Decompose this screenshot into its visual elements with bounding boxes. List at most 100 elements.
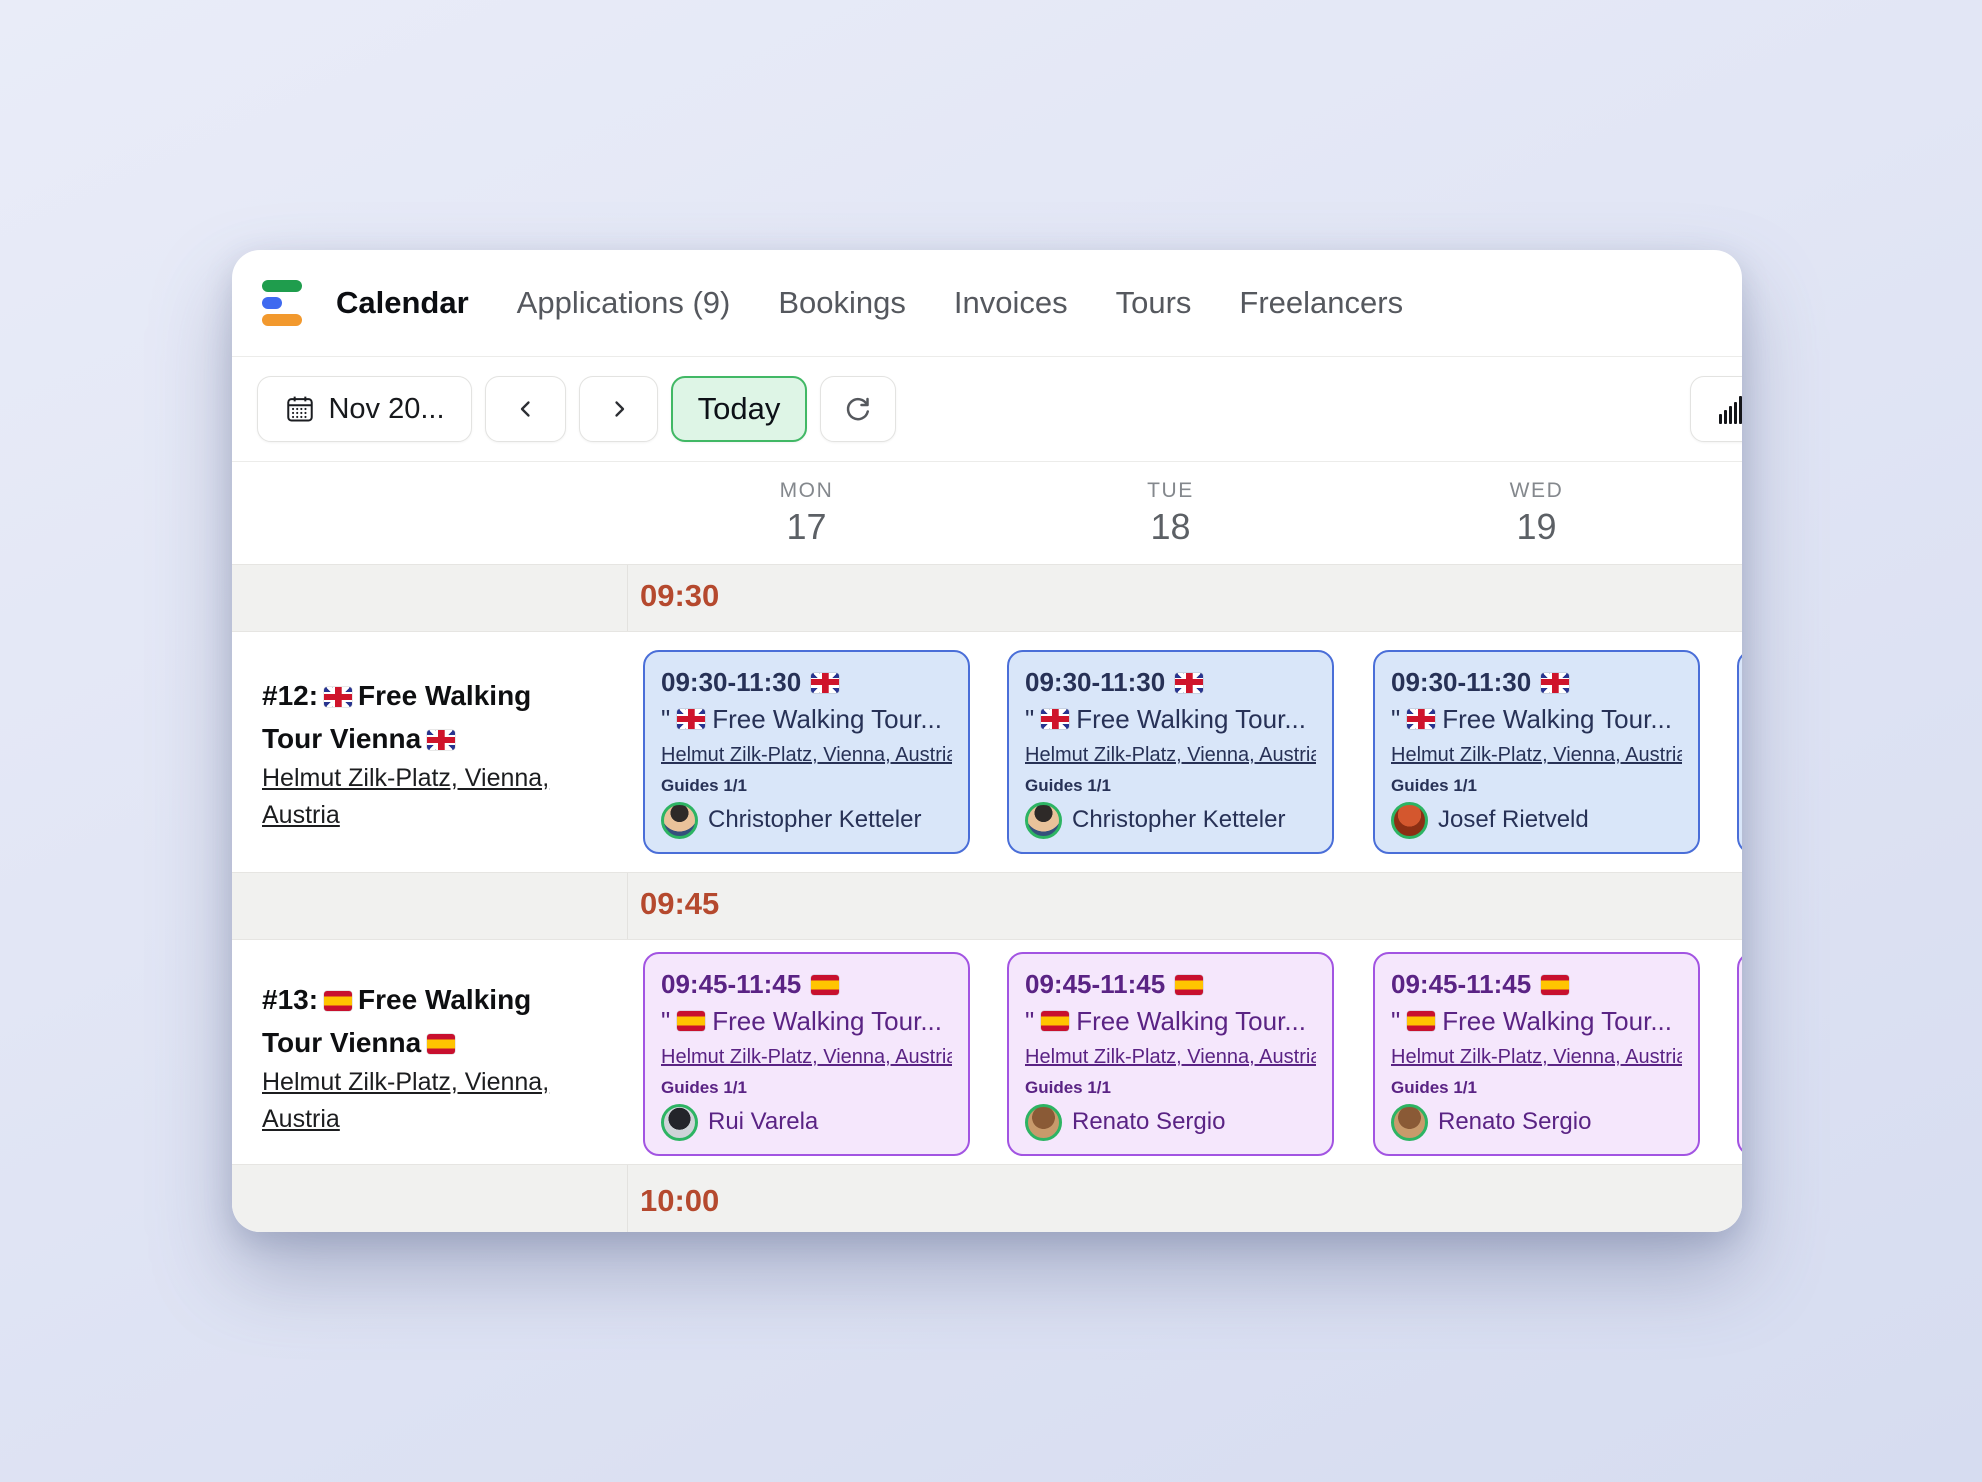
- event-time-text: 09:30-11:30: [1025, 665, 1165, 700]
- event-card[interactable]: 09:30-11:30 " Free Walking Tour... Helmut…: [1373, 650, 1700, 854]
- nav-items: Calendar Applications (9) Bookings Invoi…: [336, 285, 1403, 321]
- tour-location-link[interactable]: Helmut Zilk-Platz, Vienna, Austria: [262, 1068, 549, 1133]
- event-time-text: 09:45-11:45: [1391, 967, 1531, 1002]
- event-location-link[interactable]: Helmut Zilk-Platz, Vienna, Austria: [1025, 1040, 1316, 1075]
- event-title: " Free Walking Tour...: [661, 1002, 952, 1040]
- chevron-left-icon: [514, 397, 538, 421]
- nav-item-applications[interactable]: Applications (9): [517, 285, 731, 321]
- day-header-wed: WED 19: [1373, 477, 1700, 549]
- column-divider: [627, 873, 628, 939]
- event-title-text: Free Walking Tour...: [1076, 1002, 1306, 1040]
- uk-flag-icon: [1407, 709, 1435, 729]
- quote-mark: ": [661, 1002, 670, 1040]
- calendar-icon: [284, 393, 316, 425]
- event-location-link[interactable]: Helmut Zilk-Platz, Vienna, Austria: [1391, 1040, 1682, 1075]
- event-location-link[interactable]: Helmut Zilk-Platz, Vienna, Austria: [661, 738, 952, 773]
- guide-name: Christopher Ketteler: [708, 800, 921, 840]
- guide-row: Renato Sergio: [1025, 1102, 1316, 1142]
- tour-number: #13:: [262, 984, 318, 1015]
- event-time: 09:30-11:30: [1025, 665, 1316, 700]
- nav-item-tours[interactable]: Tours: [1116, 285, 1192, 321]
- column-divider: [627, 565, 628, 631]
- guide-avatar: [661, 802, 698, 839]
- tour-row-13: #13:Free Walking Tour Vienna Helmut Zilk…: [232, 940, 1742, 1164]
- guide-row: Josef Rietveld: [1391, 800, 1682, 840]
- refresh-button[interactable]: [820, 376, 896, 442]
- time-slot-label: 10:00: [640, 1183, 719, 1219]
- spain-flag-icon: [324, 991, 352, 1011]
- guide-row: Christopher Ketteler: [1025, 800, 1316, 840]
- uk-flag-icon: [1041, 709, 1069, 729]
- date-picker-button[interactable]: Nov 20...: [257, 376, 472, 442]
- event-time-text: 09:45-11:45: [661, 967, 801, 1002]
- time-slot-label: 09:45: [640, 886, 719, 922]
- bar-chart-icon: [1717, 392, 1742, 426]
- day-header-row: MON 17 TUE 18 WED 19: [232, 462, 1742, 564]
- previous-period-button[interactable]: [485, 376, 566, 442]
- event-time: 09:45-11:45: [1391, 967, 1682, 1002]
- nav-item-calendar[interactable]: Calendar: [336, 285, 469, 321]
- day-number: 19: [1373, 505, 1700, 549]
- tour-row-label: #13:Free Walking Tour Vienna Helmut Zilk…: [262, 978, 574, 1138]
- uk-flag-icon: [324, 687, 352, 707]
- spain-flag-icon: [677, 1011, 705, 1031]
- event-card[interactable]: 09:45-11:45 "Free Walking Tour... Helmut…: [1373, 952, 1700, 1156]
- weekday-label: MON: [643, 477, 970, 505]
- day-header-mon: MON 17: [643, 477, 970, 549]
- quote-mark: ": [1391, 700, 1400, 738]
- spain-flag-icon: [1407, 1011, 1435, 1031]
- logo-bar-blue: [262, 297, 282, 309]
- guide-avatar: [1391, 1104, 1428, 1141]
- event-title: "Free Walking Tour...: [661, 700, 952, 738]
- guide-name: Josef Rietveld: [1438, 800, 1589, 840]
- stats-button[interactable]: [1690, 376, 1742, 442]
- event-time-text: 09:30-11:30: [1391, 665, 1531, 700]
- event-time: 09:45-11:45: [661, 967, 952, 1002]
- nav-item-invoices[interactable]: Invoices: [954, 285, 1068, 321]
- event-card[interactable]: 09:30-11:30 "Free Walking Tour... Helmut…: [1007, 650, 1334, 854]
- event-location-link[interactable]: Helmut Zilk-Platz, Vienna, Austria: [1391, 738, 1682, 773]
- time-slot-label: 09:30: [640, 578, 719, 614]
- calendar-toolbar: Nov 20... Today: [232, 357, 1742, 462]
- event-title-text: Free Walking Tour...: [712, 1002, 942, 1040]
- column-divider: [627, 1165, 628, 1232]
- day-number: 18: [1007, 505, 1334, 549]
- event-card[interactable]: 09:45-11:45 "Free Walking Tour... Helmut…: [1007, 952, 1334, 1156]
- quote-mark: ": [1025, 700, 1034, 738]
- guides-count: Guides 1/1: [1025, 1075, 1316, 1101]
- spain-flag-icon: [1541, 975, 1569, 995]
- time-band-1000: 10:00: [232, 1164, 1742, 1232]
- event-title: " Free Walking Tour...: [1391, 700, 1682, 738]
- event-card[interactable]: 09:45-11:45 " Free Walking Tour... Helmut…: [643, 952, 970, 1156]
- event-title-text: Free Walking Tour...: [1442, 1002, 1672, 1040]
- tour-number: #12:: [262, 680, 318, 711]
- guide-avatar: [1391, 802, 1428, 839]
- weekday-label: WED: [1373, 477, 1700, 505]
- event-location-link[interactable]: Helmut Zilk-Platz, Vienna, Austria: [1025, 738, 1316, 773]
- guide-name: Renato Sergio: [1072, 1102, 1225, 1142]
- event-title-text: Free Walking Tour...: [1442, 700, 1672, 738]
- guide-name: Renato Sergio: [1438, 1102, 1591, 1142]
- today-button[interactable]: Today: [671, 376, 807, 442]
- partial-event-card[interactable]: [1737, 952, 1742, 1156]
- nav-item-bookings[interactable]: Bookings: [778, 285, 906, 321]
- quote-mark: ": [661, 700, 670, 738]
- next-period-button[interactable]: [579, 376, 658, 442]
- tour-row-12: #12:Free Walking Tour Vienna Helmut Zilk…: [232, 632, 1742, 872]
- event-time: 09:30-11:30: [661, 665, 952, 700]
- spain-flag-icon: [1041, 1011, 1069, 1031]
- event-title: "Free Walking Tour...: [1025, 700, 1316, 738]
- guides-count: Guides 1/1: [1391, 1075, 1682, 1101]
- tour-row-label: #12:Free Walking Tour Vienna Helmut Zilk…: [262, 674, 574, 834]
- partial-event-card[interactable]: [1737, 650, 1742, 854]
- nav-item-freelancers[interactable]: Freelancers: [1239, 285, 1403, 321]
- uk-flag-icon: [1175, 673, 1203, 693]
- event-card[interactable]: 09:30-11:30 "Free Walking Tour... Helmut…: [643, 650, 970, 854]
- tour-title: #12:Free Walking Tour Vienna: [262, 674, 574, 760]
- app-logo[interactable]: [262, 280, 302, 326]
- event-location-link[interactable]: Helmut Zilk-Platz, Vienna, Austria: [661, 1040, 952, 1075]
- day-number: 17: [643, 505, 970, 549]
- app-window: Calendar Applications (9) Bookings Invoi…: [232, 250, 1742, 1232]
- event-time-text: 09:30-11:30: [661, 665, 801, 700]
- tour-location-link[interactable]: Helmut Zilk-Platz, Vienna, Austria: [262, 764, 549, 829]
